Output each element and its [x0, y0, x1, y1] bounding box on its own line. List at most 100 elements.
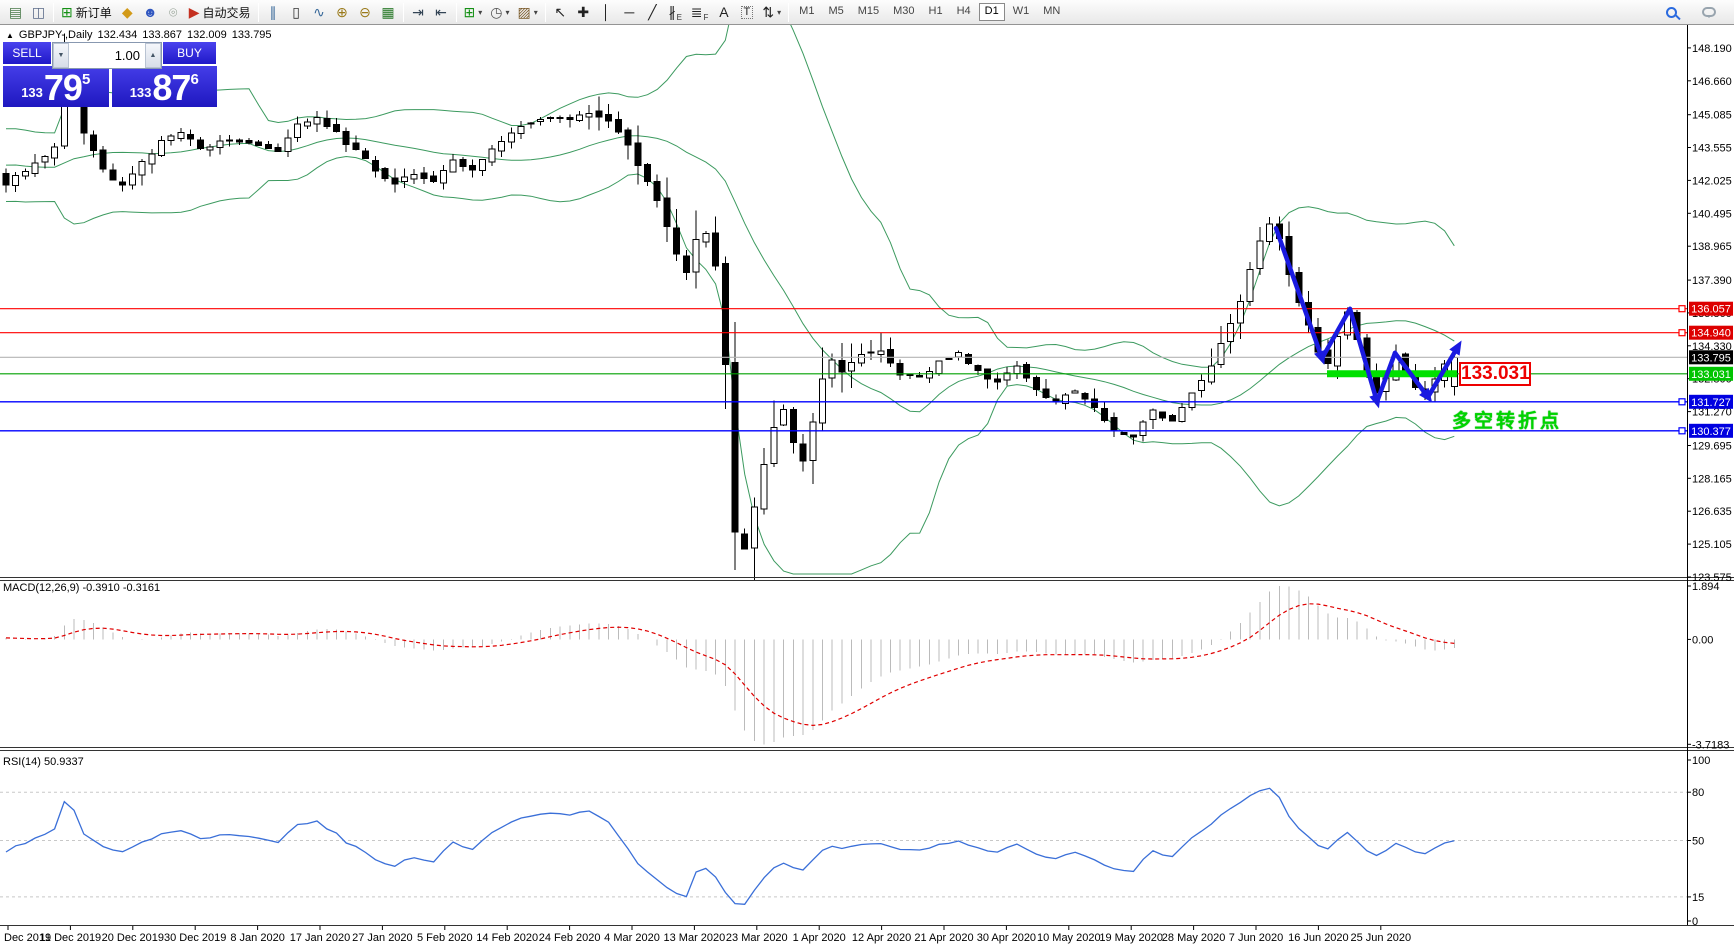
vertical-line-button[interactable]: │	[595, 2, 618, 23]
new-order-icon: ⊞	[61, 4, 73, 20]
metaeditor-button[interactable]: ◆	[116, 2, 139, 23]
timeframe-m1[interactable]: M1	[793, 3, 820, 21]
buy-price-pip: 6	[190, 71, 199, 88]
indicators-button[interactable]: ⊞ ▾	[460, 2, 487, 23]
price-tick-label: 137.390	[1692, 275, 1732, 287]
text-label-button[interactable]: T	[735, 2, 758, 23]
toolbar-separator	[53, 2, 54, 22]
level-price-box[interactable]: 131.727	[1691, 397, 1731, 409]
ohlc-close: 133.795	[231, 29, 272, 41]
timeframe-bar: M1 M5 M15 M30 H1 H4 D1 W1 MN	[792, 3, 1067, 21]
panel-frame-layer	[0, 25, 1734, 926]
templates-button[interactable]: ▨ ▾	[514, 2, 542, 23]
arrows-icon: ⇅	[762, 4, 775, 20]
indicators-icon: ⊞	[463, 4, 476, 20]
timeframe-h4[interactable]: H4	[951, 3, 977, 21]
sell-price-prefix: 133	[21, 85, 43, 100]
mt4-window: { "toolbar": { "groups": [ {"items": [ {…	[0, 0, 1734, 947]
text-icon: A	[719, 4, 729, 20]
macd-tick-label: 0.00	[1692, 634, 1713, 646]
templates-icon: ▨	[517, 4, 531, 20]
zoom-in-button[interactable]: ⊕	[331, 2, 354, 23]
candlestick-button[interactable]: ▯	[285, 2, 308, 23]
volume-input[interactable]: 1.00	[69, 43, 145, 68]
data-window-button[interactable]: ◫	[27, 2, 50, 23]
autotrading-button[interactable]: ▶ 自动交易	[185, 2, 255, 23]
ohlc-open: 132.434	[97, 29, 138, 41]
equidistant-channel-icon-sub: E	[676, 12, 682, 22]
rsi-tick-label: 100	[1692, 755, 1710, 767]
timeframe-d1[interactable]: D1	[978, 3, 1005, 21]
buy-price-prefix: 133	[129, 85, 152, 100]
toolbar-groups: ▤ ◫ ⊞ 新订单 ◆ ☻ ⌾ ▶ 自动交易 ∥ ▯ ∿ ⊕ ⊖ ▦ ⇥ ⇤ ⊞ ▾ ◷ ▾ ▨ ▾ ↖ ✚ │ ─ ╱ ∦ E ≣ F A T ⇅…	[4, 2, 785, 23]
toolbar-separator	[402, 2, 404, 22]
level-price-box[interactable]: 133.795	[1691, 352, 1731, 364]
equidistant-channel-button[interactable]: ∦ E	[664, 2, 687, 23]
chevron-down-icon: ▾	[533, 7, 538, 17]
ohlc-high: 133.867	[142, 29, 183, 41]
crosshair-button[interactable]: ✚	[572, 2, 595, 23]
fibonacci-button[interactable]: ≣ F	[687, 2, 713, 23]
price-tick-label: 145.085	[1692, 110, 1732, 122]
toolbar-group: ∥ ▯ ∿ ⊕ ⊖ ▦	[262, 2, 400, 23]
timeframe-m15[interactable]: M15	[852, 3, 885, 21]
auto-scroll-button[interactable]: ⇥	[407, 2, 430, 23]
price-tick-label: 140.495	[1692, 208, 1732, 220]
bar-chart-button[interactable]: ∥	[262, 2, 285, 23]
timeframe-mn[interactable]: MN	[1037, 3, 1066, 21]
search-icon	[1666, 6, 1677, 18]
chevron-down-icon: ▾	[505, 7, 510, 17]
volume-increase-button[interactable]: ▲	[145, 43, 161, 68]
text-button[interactable]: A	[712, 2, 735, 23]
date-label: 8 Jan 2020	[230, 932, 284, 944]
line-chart-button[interactable]: ∿	[308, 2, 331, 23]
signals-icon: ⌾	[169, 4, 178, 20]
chart-canvas[interactable]: 148.190 146.660 145.085 143.555 142.025 140.4…	[0, 25, 1734, 947]
timeframe-h1[interactable]: H1	[923, 3, 949, 21]
tile-windows-button[interactable]: ▦	[377, 2, 400, 23]
timeframe-w1[interactable]: W1	[1007, 3, 1036, 21]
date-label: 14 Feb 2020	[476, 932, 538, 944]
date-label: 30 Apr 2020	[977, 932, 1036, 944]
collapse-icon[interactable]: ▲	[6, 31, 14, 40]
price-tick-label: 129.695	[1692, 441, 1732, 453]
sell-price-button[interactable]: 133 79 5	[3, 66, 109, 107]
zoom-out-button[interactable]: ⊖	[354, 2, 377, 23]
turning-point-note[interactable]: 多空转折点	[1452, 406, 1562, 433]
search-button[interactable]	[1660, 2, 1683, 23]
signals-button[interactable]: ⌾	[162, 2, 185, 23]
cursor-button[interactable]: ↖	[549, 2, 572, 23]
market-watch-button[interactable]: ▤	[4, 2, 27, 23]
sell-button[interactable]: SELL	[3, 42, 51, 66]
price-tick-label: 128.165	[1692, 473, 1732, 485]
cursor-icon: ↖	[554, 4, 567, 20]
macd-tick-label: 1.894	[1692, 581, 1720, 593]
new-order-button[interactable]: ⊞ 新订单	[57, 2, 116, 23]
zoom-in-icon: ⊕	[336, 4, 348, 20]
trendline-button[interactable]: ╱	[641, 2, 664, 23]
horizontal-line-icon: ─	[624, 4, 635, 20]
community-icon: ☻	[142, 4, 158, 20]
arrows-button[interactable]: ⇅ ▾	[758, 2, 785, 23]
horizontal-line-button[interactable]: ─	[618, 2, 641, 23]
chart-shift-button[interactable]: ⇤	[430, 2, 453, 23]
level-price-box[interactable]: 136.057	[1691, 304, 1731, 316]
timeframe-m5[interactable]: M5	[822, 3, 849, 21]
toolbar-right	[1660, 2, 1730, 23]
chat-button[interactable]	[1697, 2, 1720, 23]
sell-price-pip: 5	[81, 71, 91, 88]
level-price-box[interactable]: 133.031	[1691, 369, 1731, 381]
chart-header: ▲ GBPJPY-,Daily 132.434 133.867 132.009 …	[6, 29, 272, 41]
main-toolbar: ▤ ◫ ⊞ 新订单 ◆ ☻ ⌾ ▶ 自动交易 ∥ ▯ ∿ ⊕ ⊖ ▦ ⇥ ⇤ ⊞ ▾ ◷ ▾ ▨ ▾ ↖ ✚ │ ─ ╱ ∦ E ≣ F A T ⇅…	[0, 0, 1734, 25]
price-tag-annotation[interactable]: 133.031	[1459, 362, 1531, 386]
periods-button[interactable]: ◷ ▾	[486, 2, 513, 23]
chart-area[interactable]: 148.190 146.660 145.085 143.555 142.025 140.4…	[0, 25, 1734, 947]
level-price-box[interactable]: 130.377	[1691, 426, 1731, 438]
timeframe-m30[interactable]: M30	[887, 3, 920, 21]
volume-decrease-button[interactable]: ▼	[53, 43, 69, 68]
autotrading-label: 自动交易	[202, 5, 251, 20]
buy-button[interactable]: BUY	[163, 42, 216, 66]
level-price-box[interactable]: 134.940	[1691, 328, 1731, 340]
buy-price-button[interactable]: 133 87 6	[111, 66, 217, 107]
community-button[interactable]: ☻	[139, 2, 162, 23]
